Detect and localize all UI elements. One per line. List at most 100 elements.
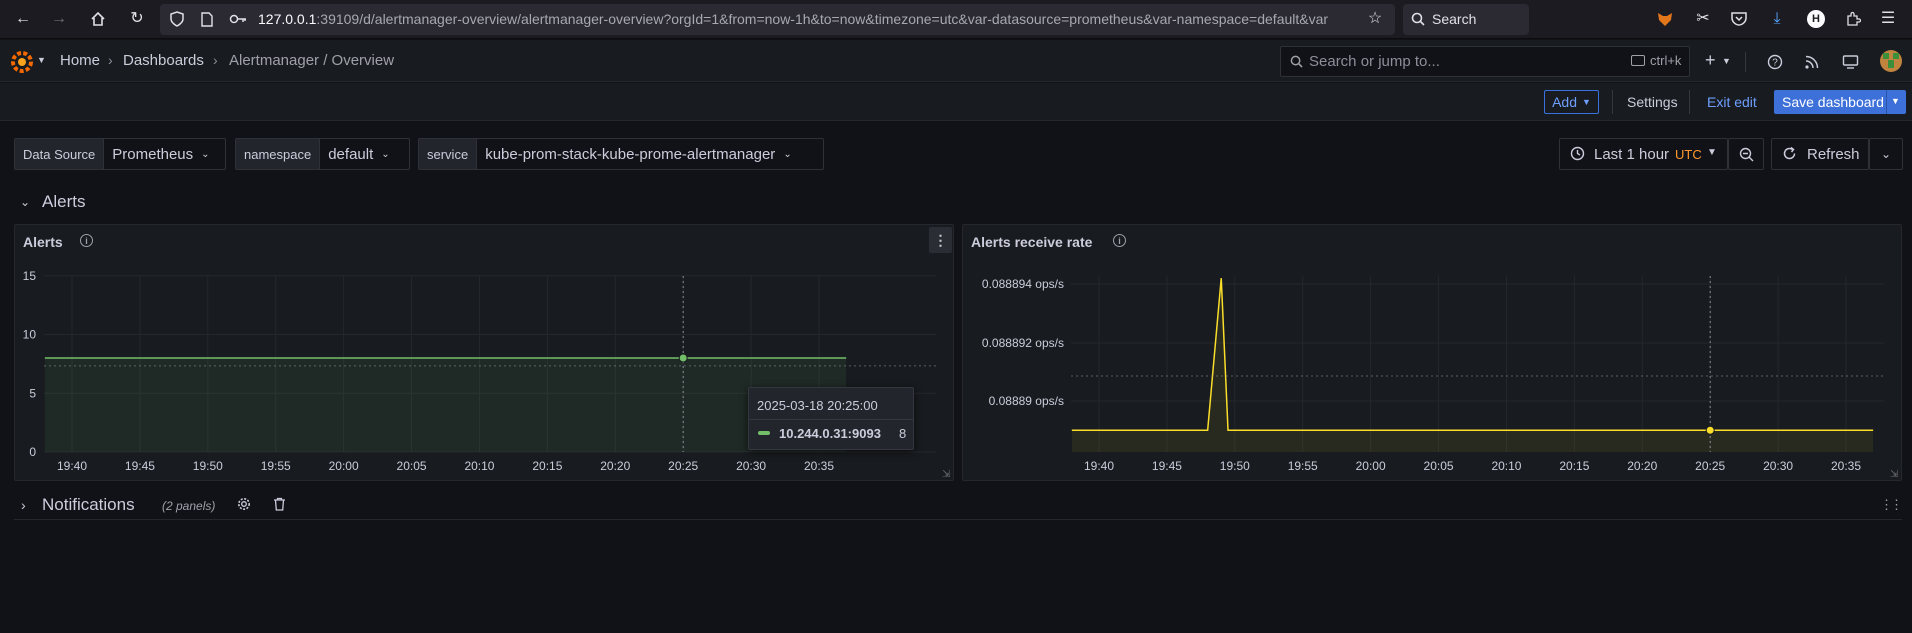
tooltip-value: 8: [899, 426, 907, 441]
x-tick-label: 20:25: [1695, 459, 1725, 473]
chevron-down-icon: ⌄: [381, 148, 390, 160]
add-button[interactable]: Add ▼: [1544, 90, 1599, 114]
svg-text:?: ?: [1772, 58, 1778, 69]
chart-tooltip: 2025-03-18 20:25:00 10.244.0.31:9093 8: [748, 387, 914, 450]
forward-icon[interactable]: →: [48, 8, 70, 30]
key-icon[interactable]: [227, 8, 249, 30]
page-icon: [196, 8, 218, 30]
variable-namespace[interactable]: namespace default ⌄: [235, 138, 410, 170]
save-chevron-down-icon[interactable]: ▼: [1891, 96, 1900, 106]
y-tick-label: 0.08889 ops/s: [989, 394, 1064, 408]
y-tick-label: 10: [23, 328, 37, 342]
x-tick-label: 20:00: [329, 459, 359, 473]
y-tick-label: 5: [29, 386, 36, 400]
variable-service[interactable]: service kube-prom-stack-kube-prome-alert…: [418, 138, 824, 170]
row-drag-handle-icon[interactable]: ⋮⋮: [1880, 497, 1903, 513]
x-tick-label: 20:30: [1763, 459, 1793, 473]
breadcrumb-separator-icon: ›: [213, 52, 218, 68]
search-icon: [1290, 55, 1303, 71]
scissors-icon[interactable]: ✂: [1692, 8, 1714, 30]
row-collapse-chevron-icon[interactable]: ⌄: [20, 195, 30, 209]
back-icon[interactable]: ←: [12, 8, 34, 30]
row-delete-trash-icon[interactable]: [273, 497, 286, 514]
clock-icon: [1570, 146, 1585, 164]
nav-divider: [1745, 52, 1746, 72]
tooltip-series: 10.244.0.31:9093: [779, 426, 881, 441]
extension-fox-icon[interactable]: [1654, 8, 1676, 30]
menu-icon[interactable]: ☰: [1877, 8, 1899, 30]
toolbar-divider: [1689, 90, 1690, 114]
refresh-interval-chevron-down-icon[interactable]: ⌄: [1869, 138, 1903, 170]
zoom-out-button[interactable]: [1728, 138, 1764, 170]
x-tick-label: 20:05: [397, 459, 427, 473]
x-tick-label: 19:55: [261, 459, 291, 473]
tooltip-time: 2025-03-18 20:25:00: [757, 398, 878, 413]
panel-resize-handle-icon[interactable]: ⇲: [942, 469, 950, 480]
shield-icon[interactable]: [166, 8, 188, 30]
x-tick-label: 19:40: [57, 459, 87, 473]
breadcrumb-home[interactable]: Home: [60, 52, 100, 69]
y-tick-label: 15: [23, 269, 37, 283]
star-icon[interactable]: ☆: [1364, 8, 1386, 30]
grafana-logo-icon[interactable]: [10, 50, 34, 77]
save-dashboard-button[interactable]: Save dashboard ▼: [1774, 90, 1906, 114]
variable-namespace-value: default: [328, 145, 374, 163]
panel-resize-handle-icon[interactable]: ⇲: [1890, 469, 1898, 480]
plus-icon[interactable]: +: [1705, 50, 1716, 71]
x-tick-label: 20:10: [1491, 459, 1521, 473]
save-dashboard-label: Save dashboard: [1782, 94, 1884, 110]
browser-search-label: Search: [1432, 11, 1477, 27]
help-icon[interactable]: ?: [1767, 54, 1783, 73]
x-tick-label: 19:45: [125, 459, 155, 473]
settings-button[interactable]: Settings: [1627, 94, 1678, 110]
y-tick-label: 0.088892 ops/s: [982, 336, 1064, 350]
refresh-label: Refresh: [1807, 146, 1860, 163]
chevron-down-icon: ⌄: [201, 148, 210, 160]
hover-point: [1705, 425, 1715, 435]
x-tick-label: 20:05: [1424, 459, 1454, 473]
add-button-label: Add: [1552, 94, 1577, 110]
toolbar-divider: [1612, 90, 1613, 114]
y-tick-label: 0: [29, 445, 36, 459]
hover-point: [678, 353, 688, 363]
x-tick-label: 20:15: [1559, 459, 1589, 473]
time-range-label: Last 1 hour: [1594, 146, 1670, 163]
x-tick-label: 20:00: [1356, 459, 1386, 473]
y-tick-label: 0.088894 ops/s: [982, 277, 1064, 291]
x-tick-label: 19:50: [193, 459, 223, 473]
row-settings-gear-icon[interactable]: [237, 497, 251, 514]
download-icon[interactable]: ⤓: [1766, 8, 1788, 30]
url-text: 127.0.0.1:39109/d/alertmanager-overview/…: [258, 11, 1329, 27]
variable-namespace-label: namespace: [236, 139, 321, 169]
x-tick-label: 20:20: [1627, 459, 1657, 473]
pocket-icon[interactable]: [1728, 8, 1750, 30]
row-divider: [14, 519, 1902, 520]
avatar[interactable]: [1880, 50, 1902, 72]
time-chevron-down-icon: ▼: [1707, 147, 1717, 158]
add-chevron-down-icon: ▼: [1582, 97, 1591, 107]
search-icon: [1407, 8, 1429, 30]
plus-chevron-down-icon[interactable]: ▼: [1722, 56, 1731, 66]
home-icon[interactable]: [87, 8, 109, 30]
row-expand-chevron-icon[interactable]: ›: [21, 497, 26, 513]
row-notifications-title[interactable]: Notifications: [42, 495, 135, 515]
profile-h-icon[interactable]: H: [1805, 8, 1827, 30]
refresh-icon: [1782, 146, 1797, 164]
x-tick-label: 20:30: [736, 459, 766, 473]
variable-datasource[interactable]: Data Source Prometheus ⌄: [14, 138, 226, 170]
logo-chevron-down-icon[interactable]: ▼: [37, 55, 46, 65]
extensions-icon[interactable]: [1842, 8, 1864, 30]
exit-edit-button[interactable]: Exit edit: [1707, 94, 1757, 110]
row-alerts-title[interactable]: Alerts: [42, 192, 85, 212]
x-tick-label: 20:25: [668, 459, 698, 473]
keyboard-icon: [1631, 55, 1645, 66]
search-shortcut: ctrl+k: [1650, 53, 1682, 68]
breadcrumb-current: Alertmanager / Overview: [229, 52, 395, 69]
breadcrumb-dashboards[interactable]: Dashboards: [123, 52, 204, 69]
breadcrumb-separator-icon: ›: [108, 52, 113, 68]
news-rss-icon[interactable]: [1804, 54, 1820, 73]
kiosk-monitor-icon[interactable]: [1842, 54, 1859, 73]
reload-icon[interactable]: ↻: [126, 8, 148, 30]
chart-alerts-receive-rate[interactable]: 19:40 19:45 19:50 19:55 20:00 20:05 20:10 20:15…: [962, 224, 1902, 481]
x-tick-label: 19:40: [1084, 459, 1114, 473]
